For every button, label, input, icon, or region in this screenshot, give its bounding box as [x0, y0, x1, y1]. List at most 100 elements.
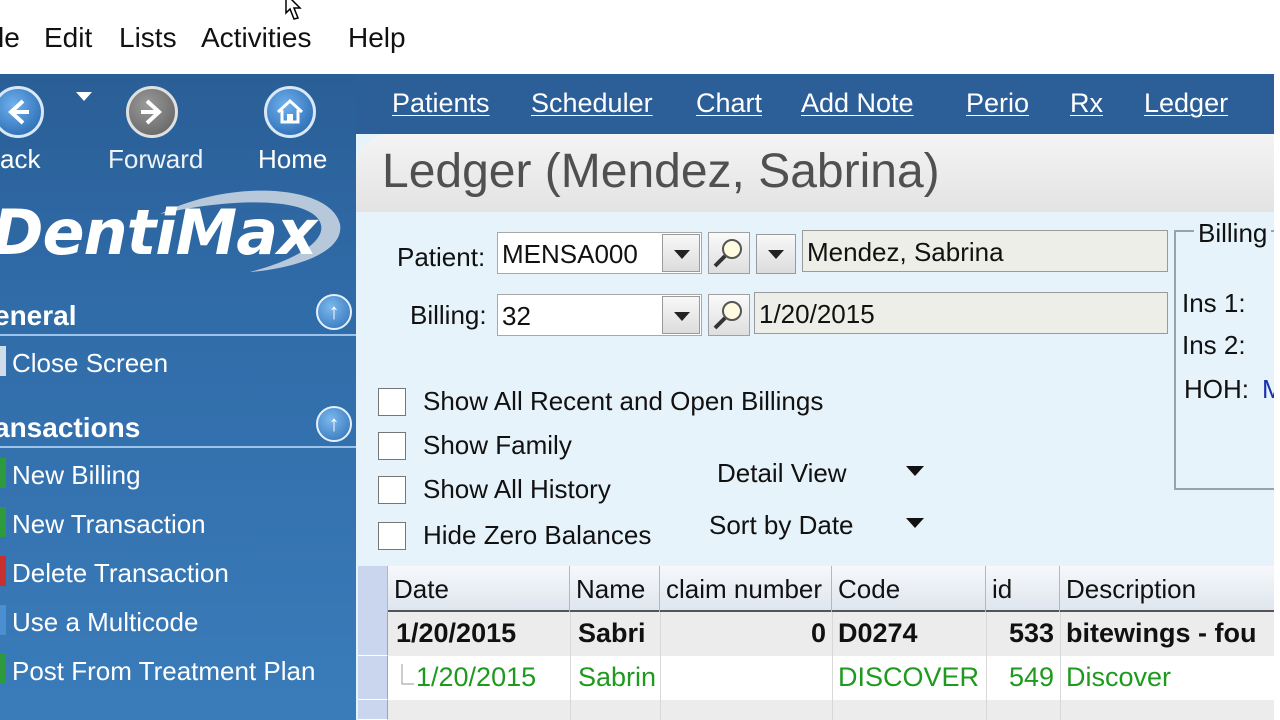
tree-connector-icon	[401, 664, 414, 685]
menu-lists[interactable]: Lists	[119, 22, 177, 54]
cell-description: bitewings - fou	[1066, 618, 1257, 648]
toolbar-rx[interactable]: Rx	[1070, 88, 1103, 119]
show-family-checkbox[interactable]	[378, 432, 406, 460]
back-history-dropdown-icon[interactable]	[76, 92, 92, 102]
general-section-header[interactable]: eneral ↑	[0, 292, 356, 336]
toolbar-add-note[interactable]: Add Note	[801, 88, 914, 119]
menu-activities[interactable]: Activities	[201, 22, 311, 54]
cell-date: 1/20/2015	[416, 662, 537, 692]
toolbar-patients[interactable]: Patients	[392, 88, 490, 119]
billing-group-legend: Billing	[1194, 218, 1272, 249]
row-selector[interactable]	[358, 700, 388, 720]
row-selector-header	[358, 566, 388, 612]
patient-code-select[interactable]: MENSA000	[497, 232, 702, 274]
billing-number-select[interactable]: 32	[497, 294, 702, 336]
toolbar-perio[interactable]: Perio	[966, 88, 1029, 119]
back-button[interactable]: ack	[0, 80, 80, 180]
forward-arrow-icon	[126, 86, 178, 138]
cell-claim-number: 0	[810, 618, 826, 648]
billing-search-button[interactable]	[708, 294, 750, 336]
collapse-up-icon[interactable]: ↑	[316, 294, 352, 330]
home-label: Home	[258, 144, 328, 174]
show-all-history-label: Show All History	[423, 474, 611, 504]
new-transaction-link[interactable]: New Transaction	[12, 509, 206, 540]
col-claim-number[interactable]: claim number	[660, 566, 832, 612]
chevron-down-icon[interactable]	[662, 234, 700, 272]
show-family-label: Show Family	[423, 430, 572, 460]
toolbar-ledger[interactable]: Ledger	[1144, 88, 1228, 119]
delete-transaction-link[interactable]: Delete Transaction	[12, 558, 229, 589]
show-all-history-checkbox[interactable]	[378, 476, 406, 504]
menu-help[interactable]: Help	[348, 22, 406, 54]
row-selector[interactable]	[358, 612, 388, 656]
hide-zero-balances-checkbox[interactable]	[378, 522, 406, 550]
cell-code: D0274	[838, 618, 918, 648]
col-id[interactable]: id	[986, 566, 1060, 612]
billing-date-field: 1/20/2015	[754, 292, 1168, 334]
chevron-down-icon[interactable]	[662, 296, 700, 334]
forward-button[interactable]: Forward	[104, 80, 214, 180]
cell-code: DISCOVER	[838, 662, 980, 692]
col-description[interactable]: Description	[1060, 566, 1280, 612]
billing-number-value: 32	[502, 301, 531, 331]
transactions-section-header[interactable]: ansactions ↑	[0, 404, 356, 448]
module-toolbar: Patients Scheduler Chart Add Note Perio …	[356, 74, 1280, 134]
patient-label: Patient:	[397, 242, 486, 272]
grid-header: Date Name claim number Code id Descripti…	[358, 566, 1280, 612]
cell-name: Sabri	[578, 618, 646, 648]
cell-description: Discover	[1066, 662, 1172, 692]
cell-date: 1/20/2015	[396, 618, 517, 648]
toolbar-chart[interactable]: Chart	[696, 88, 762, 119]
ins2-label: Ins 2:	[1182, 330, 1246, 360]
show-all-recent-checkbox[interactable]	[378, 388, 406, 416]
ins1-label: Ins 1:	[1182, 288, 1246, 318]
general-section-title: eneral	[0, 300, 77, 331]
home-icon	[264, 86, 316, 138]
column-divider	[1060, 612, 1061, 720]
cell-name: Sabrin	[578, 662, 657, 692]
patient-options-dropdown[interactable]	[756, 234, 796, 274]
section-divider	[0, 334, 356, 336]
back-label: ack	[0, 144, 41, 174]
show-all-recent-label: Show All Recent and Open Billings	[423, 386, 824, 416]
post-from-treatment-plan-link[interactable]: Post From Treatment Plan	[12, 656, 315, 687]
back-arrow-icon	[0, 86, 44, 138]
patient-name-value: Mendez, Sabrina	[807, 237, 1004, 267]
patient-name-field: Mendez, Sabrina	[802, 230, 1168, 272]
chevron-down-icon[interactable]	[906, 518, 924, 528]
cell-id: 549	[1008, 662, 1054, 692]
patient-search-button[interactable]	[708, 232, 750, 274]
new-billing-icon	[0, 458, 6, 488]
toolbar-scheduler[interactable]: Scheduler	[531, 88, 653, 119]
treatment-plan-icon	[0, 654, 6, 684]
section-divider	[0, 446, 356, 448]
menu-file[interactable]: le	[0, 22, 20, 54]
column-divider	[986, 612, 987, 720]
hoh-label: HOH:	[1184, 374, 1249, 404]
column-divider	[832, 612, 833, 720]
close-screen-link[interactable]: Close Screen	[12, 348, 168, 379]
multicode-icon	[0, 605, 6, 635]
table-row[interactable]	[388, 700, 1280, 720]
row-selector[interactable]	[358, 656, 388, 700]
col-date[interactable]: Date	[388, 566, 570, 612]
sort-by-dropdown[interactable]: Sort by Date	[709, 510, 854, 541]
new-transaction-icon	[0, 507, 6, 537]
cell-id: 533	[1008, 618, 1054, 648]
detail-view-dropdown[interactable]: Detail View	[717, 458, 847, 489]
window-edge	[1274, 74, 1280, 720]
chevron-down-icon[interactable]	[906, 466, 924, 476]
sidebar: ack Forward Home DentiMax eneral ↑ Close…	[0, 74, 356, 720]
delete-transaction-icon	[0, 556, 6, 586]
forward-label: Forward	[108, 144, 204, 174]
home-button[interactable]: Home	[240, 80, 350, 180]
billing-label: Billing:	[410, 300, 487, 330]
dentimax-logo: DentiMax	[0, 196, 317, 269]
col-code[interactable]: Code	[832, 566, 986, 612]
collapse-up-icon[interactable]: ↑	[316, 406, 352, 442]
col-name[interactable]: Name	[570, 566, 660, 612]
use-multicode-link[interactable]: Use a Multicode	[12, 607, 198, 638]
menu-edit[interactable]: Edit	[44, 22, 92, 54]
new-billing-link[interactable]: New Billing	[12, 460, 141, 491]
column-divider	[660, 612, 661, 720]
